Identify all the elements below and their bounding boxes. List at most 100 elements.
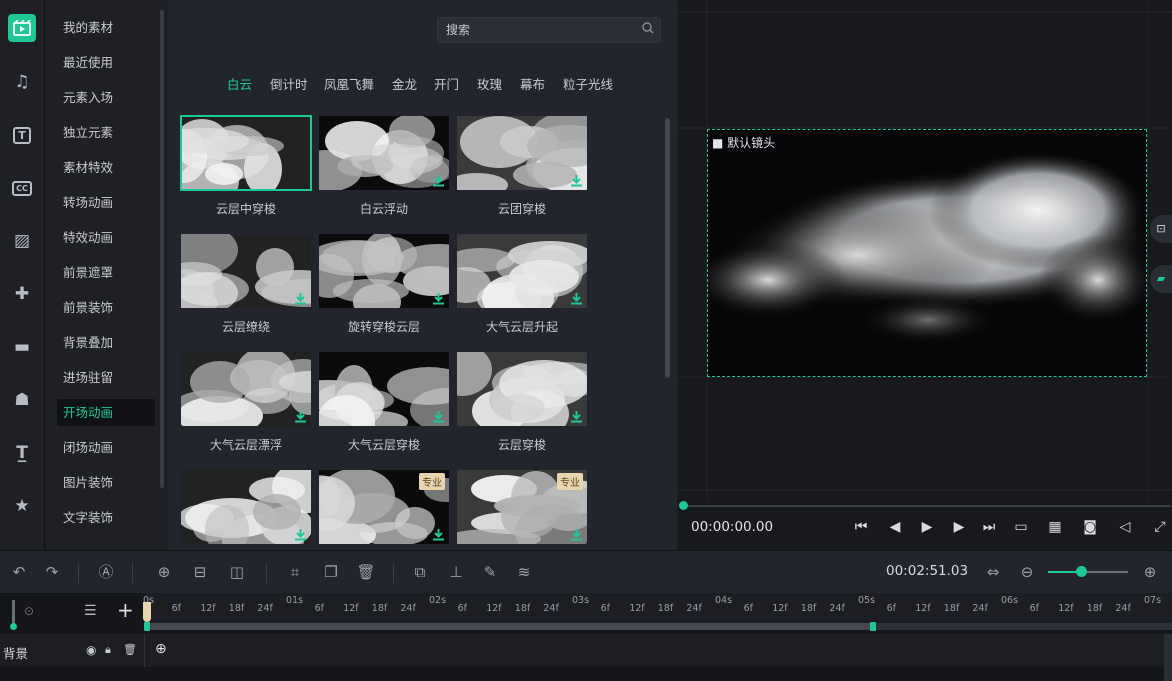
category-scrollbar[interactable] [160,10,164,488]
crop-icon[interactable]: ⌗ [285,562,305,582]
range-start-handle[interactable] [144,622,150,631]
folder-icon[interactable]: ▬ [8,333,36,361]
category-item[interactable]: 独立元素 [57,119,155,146]
download-icon[interactable] [294,528,307,541]
track-range-fill[interactable] [145,623,875,630]
skip-end-icon[interactable]: ⏭ [980,518,998,536]
material-thumbnail[interactable] [319,116,449,190]
download-icon[interactable] [570,528,583,541]
category-item[interactable]: 素材特效 [57,154,155,181]
locate-icon[interactable]: ⊕ [154,562,174,582]
material-thumbnail[interactable] [181,234,311,308]
seek-handle[interactable] [679,501,688,510]
material-item[interactable]: 大气云层升起 [457,234,587,334]
category-item[interactable]: 文字装饰 [57,504,155,531]
eye-icon[interactable]: ◉ [86,643,96,657]
material-item[interactable] [181,470,311,544]
prev-frame-icon[interactable]: ◀ [886,518,904,536]
track-height-handle[interactable] [10,623,17,630]
timeline-scrollbar[interactable] [1164,634,1172,681]
preview-canvas[interactable] [707,129,1147,377]
material-thumbnail[interactable] [457,352,587,426]
magnet-icon[interactable]: ⊙ [24,604,34,618]
material-item[interactable]: 白云浮动 [319,116,449,216]
redo-icon[interactable]: ↷ [42,562,62,582]
download-icon[interactable] [570,174,583,187]
tab-item[interactable]: 玫瑰 [477,74,502,93]
next-frame-icon[interactable]: ▶ [950,518,968,536]
image-edit-icon[interactable]: ⧉ [410,562,430,582]
material-thumbnail[interactable] [457,116,587,190]
stamp-icon[interactable]: ⊥ [446,562,466,582]
star-icon[interactable]: ★ [8,492,36,520]
tab-item[interactable]: 凤凰飞舞 [324,74,374,93]
lock-icon[interactable]: 🔒︎ [105,643,111,657]
library-scrollbar[interactable] [665,118,670,378]
delete-icon[interactable]: 🗑 [356,562,376,582]
auto-icon[interactable]: Ⓐ [96,562,116,582]
screen-record-icon[interactable]: ▭ [1012,518,1030,536]
trash-icon[interactable]: 🗑 [123,643,137,656]
fullscreen-icon[interactable]: ⤢ [1151,518,1169,536]
category-item[interactable]: 图片装饰 [57,469,155,496]
add-track-icon[interactable]: + [117,598,134,622]
download-icon[interactable] [294,292,307,305]
download-icon[interactable] [432,292,445,305]
material-item[interactable]: 专业 [319,470,449,544]
category-item[interactable]: 前景装饰 [57,294,155,321]
skip-start-icon[interactable]: ⏮ [852,518,870,536]
tab-item[interactable]: 粒子光线 [563,74,613,93]
tab-item[interactable]: 金龙 [392,74,417,93]
text-icon[interactable]: T [8,121,36,149]
category-item[interactable]: 前景遮罩 [57,259,155,286]
tab-item[interactable]: 幕布 [520,74,545,93]
material-item[interactable]: 大气云层穿梭 [319,352,449,452]
category-item[interactable]: 转场动画 [57,189,155,216]
category-item[interactable]: 闭场动画 [57,434,155,461]
download-icon[interactable] [570,292,583,305]
material-item[interactable]: 专业 [457,470,587,544]
download-icon[interactable] [432,410,445,423]
text-style-icon[interactable]: T̲ [8,439,36,467]
zoom-in-icon[interactable]: ⊕ [1140,562,1160,582]
material-item[interactable]: 云层中穿梭 [180,115,312,216]
material-thumbnail[interactable] [181,470,311,544]
material-thumbnail[interactable] [180,115,312,191]
download-icon[interactable] [432,174,445,187]
filter-icon[interactable]: ▨ [8,227,36,255]
mirror-icon[interactable]: ◫ [227,562,247,582]
search-icon[interactable] [642,22,656,36]
material-thumbnail[interactable] [181,352,311,426]
tab-item[interactable]: 白云 [227,74,252,93]
category-item[interactable]: 背景叠加 [57,329,155,356]
category-item[interactable]: 开场动画 [57,399,155,426]
edit-icon[interactable]: ✎ [480,562,500,582]
material-item[interactable]: 大气云层漂浮 [181,352,311,452]
add-clip-icon[interactable]: ⊕ [155,641,167,657]
download-icon[interactable] [294,410,307,423]
tab-item[interactable]: 开门 [434,74,459,93]
snapshot-icon[interactable]: ◙ [1081,518,1099,536]
caption-icon[interactable]: CC [8,174,36,202]
download-icon[interactable] [570,410,583,423]
category-item[interactable]: 我的素材 [57,14,155,41]
zoom-out-icon[interactable]: ⊖ [1017,562,1037,582]
tab-item[interactable]: 倒计时 [270,74,308,93]
element-icon[interactable]: ✚ [8,280,36,308]
category-item[interactable]: 特效动画 [57,224,155,251]
playhead[interactable] [143,602,151,622]
media-icon[interactable] [8,14,36,42]
undo-icon[interactable]: ↶ [9,562,29,582]
timeline-ruler[interactable]: 0s 6f 12f 18f 24f 01s 6f 12f 18f 24f 02s 6f 12f 18f 24… [143,593,1172,623]
copy-icon[interactable]: ❐ [321,562,341,582]
material-thumbnail[interactable] [457,234,587,308]
layer-side-icon[interactable]: ▰ [1150,265,1172,293]
music-icon[interactable]: ♫ [8,68,36,96]
material-item[interactable]: 云层穿梭 [457,352,587,452]
category-item[interactable]: 最近使用 [57,49,155,76]
material-thumbnail[interactable] [319,234,449,308]
zoom-slider-handle[interactable] [1076,566,1087,577]
download-icon[interactable] [432,528,445,541]
track-settings-icon[interactable]: ☰ [84,603,97,619]
range-end-handle[interactable] [870,622,876,631]
